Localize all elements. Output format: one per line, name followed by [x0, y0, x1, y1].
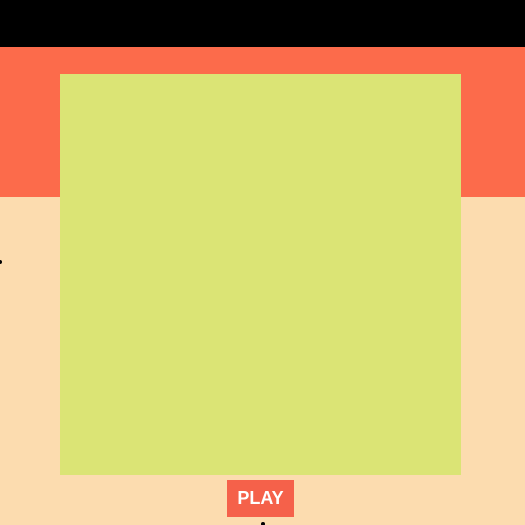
game-board[interactable]	[60, 74, 461, 475]
play-button[interactable]: PLAY	[227, 480, 294, 517]
game-screen: PLAY	[0, 0, 525, 525]
top-bar	[0, 0, 525, 47]
